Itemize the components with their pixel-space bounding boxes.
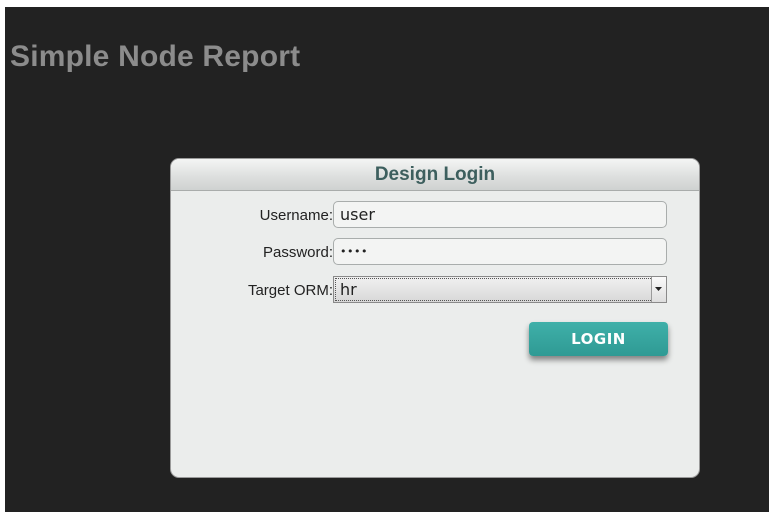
- password-label: Password:: [262, 244, 333, 261]
- chevron-down-icon[interactable]: [651, 277, 666, 302]
- page-title: Simple Node Report: [10, 40, 301, 73]
- login-dialog: Design Login Username: user Password: ••…: [170, 158, 700, 478]
- username-row: Username: user: [171, 201, 699, 230]
- target-orm-selected-value: hr: [340, 280, 357, 299]
- login-button[interactable]: LOGIN: [529, 322, 668, 356]
- target-orm-select[interactable]: hr: [333, 276, 667, 303]
- app-window: Simple Node Report Design Login Username…: [5, 7, 769, 512]
- username-label: Username:: [259, 207, 333, 224]
- login-dialog-title: Design Login: [171, 159, 699, 191]
- password-field[interactable]: ••••: [333, 238, 667, 265]
- username-field[interactable]: user: [333, 201, 667, 228]
- target-orm-label: Target ORM:: [247, 282, 333, 299]
- target-orm-row: Target ORM: hr: [171, 276, 699, 305]
- password-row: Password: ••••: [171, 238, 699, 267]
